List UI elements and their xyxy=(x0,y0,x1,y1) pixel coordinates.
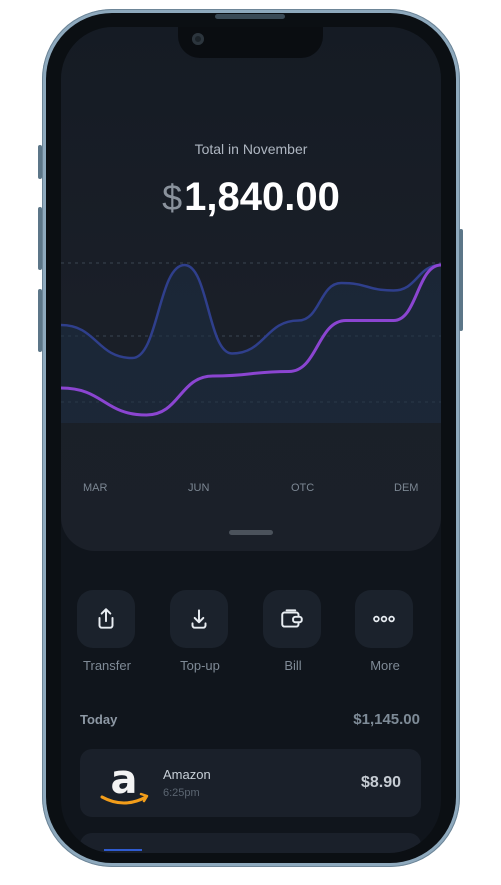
total-label: Total in November xyxy=(194,141,308,157)
transaction-time: 6:25pm xyxy=(163,787,200,799)
bill-label: Bill xyxy=(284,658,302,673)
transaction-amount: $8.90 xyxy=(360,774,401,791)
more-label: More xyxy=(370,658,400,673)
more-dots-icon xyxy=(355,590,413,648)
quick-actions: Transfer Top-up Bill More xyxy=(77,590,427,680)
x-label-otc: OTC xyxy=(291,482,315,494)
transaction-row-partial[interactable] xyxy=(80,833,421,853)
accent-bar xyxy=(104,849,142,851)
x-label-mar: MAR xyxy=(83,482,108,494)
download-icon xyxy=(170,590,228,648)
total-amount: $1,840.00 xyxy=(61,175,441,220)
drag-handle[interactable] xyxy=(229,530,273,535)
today-label: Today xyxy=(80,712,118,727)
chart-area-fill xyxy=(61,265,441,423)
amazon-logo: a xyxy=(96,757,152,809)
x-label-jun: JUN xyxy=(188,482,210,494)
today-total: $1,145.00 xyxy=(353,711,420,728)
share-up-icon xyxy=(77,590,135,648)
top-up-label: Top-up xyxy=(180,658,220,673)
earpiece-speaker xyxy=(215,14,285,19)
side-button-volume-up xyxy=(38,207,42,270)
side-button-mute xyxy=(38,145,42,179)
top-up-button[interactable]: Top-up xyxy=(170,590,230,673)
more-button[interactable]: More xyxy=(355,590,415,673)
currency-symbol: $ xyxy=(162,177,183,218)
merchant-name: Amazon xyxy=(163,767,211,782)
transfer-button[interactable]: Transfer xyxy=(77,590,137,673)
chart-x-axis: MAR JUN OTC DEM xyxy=(61,482,441,498)
bill-button[interactable]: Bill xyxy=(263,590,323,673)
today-header: Today $1,145.00 xyxy=(80,711,420,732)
svg-text:a: a xyxy=(111,759,138,803)
amount-value: 1,840.00 xyxy=(184,175,340,219)
notch xyxy=(178,27,323,58)
camera-icon xyxy=(192,33,204,45)
transfer-label: Transfer xyxy=(83,658,131,673)
side-button-power xyxy=(459,229,463,331)
app-screen: Total in November $1,840.00 MAR JUN OTC … xyxy=(61,27,441,853)
transaction-row[interactable]: a Amazon 6:25pm $8.90 xyxy=(80,749,421,817)
wallet-icon xyxy=(263,590,321,648)
spending-chart xyxy=(61,262,441,423)
balance-card: Total in November $1,840.00 MAR JUN OTC … xyxy=(61,27,441,551)
x-label-dem: DEM xyxy=(394,482,419,494)
side-button-volume-down xyxy=(38,289,42,352)
